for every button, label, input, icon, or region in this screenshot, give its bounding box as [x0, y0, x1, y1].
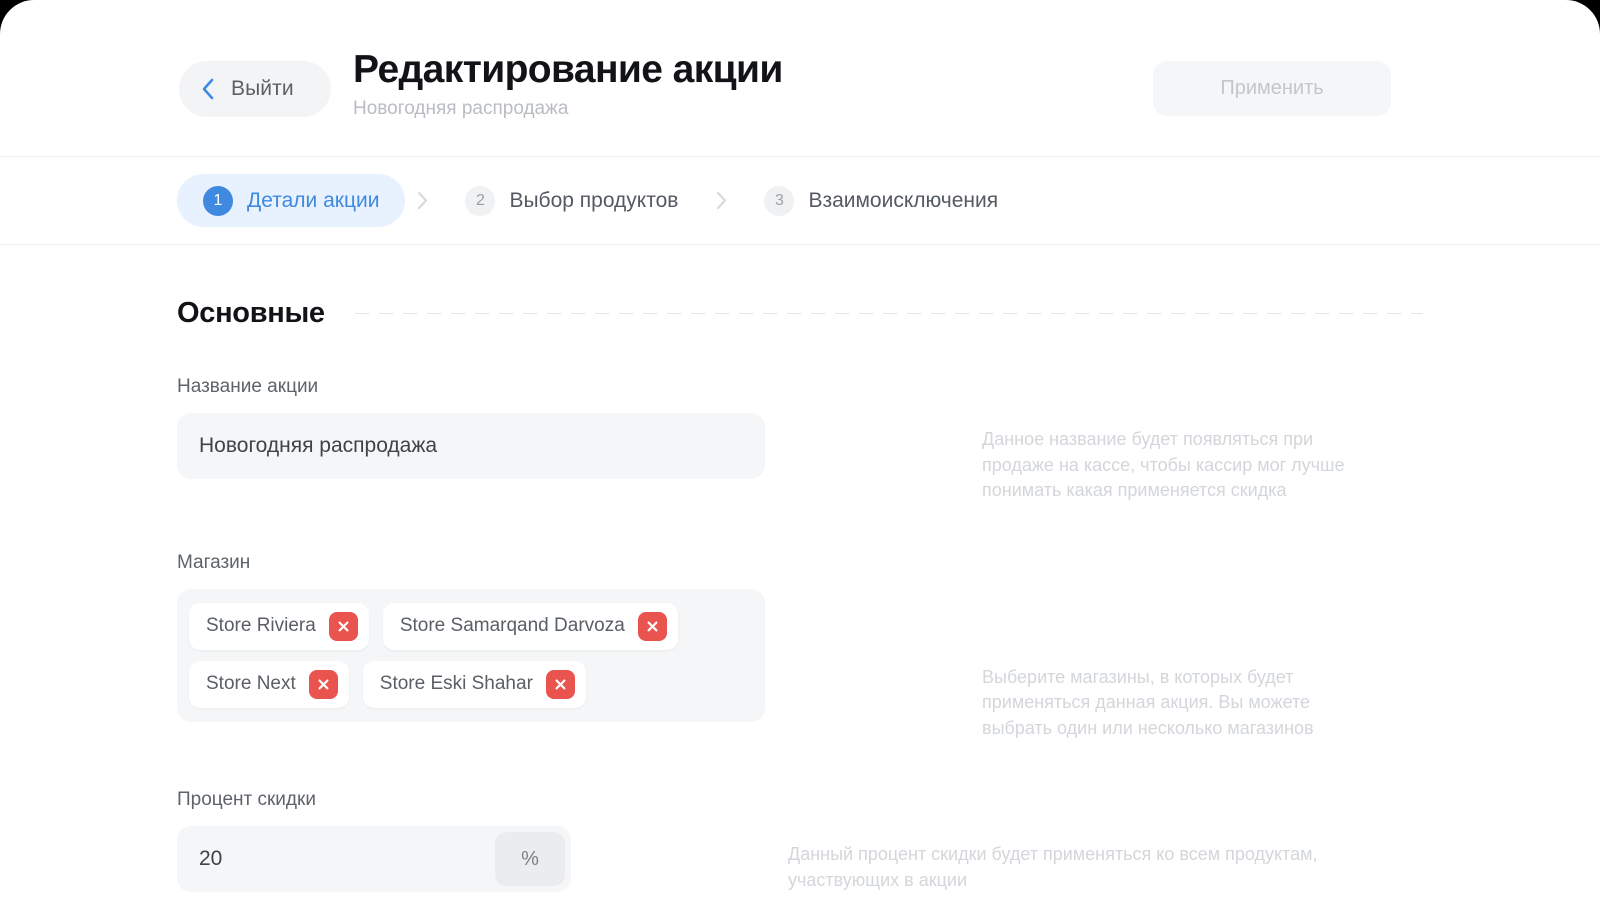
step-label: Взаимоисключения — [808, 188, 999, 212]
close-icon[interactable] — [545, 669, 575, 699]
store-chip[interactable]: Store Riviera — [189, 602, 369, 650]
store-hint: Выберите магазины, в которых будет приме… — [982, 666, 1314, 738]
discount-hint: Данный процент скидки будет применяться … — [788, 844, 1318, 890]
close-icon[interactable] — [637, 611, 667, 641]
exit-button-label: Выйти — [231, 77, 294, 100]
discount-field: Процент скидки % — [177, 789, 765, 893]
discount-input[interactable] — [177, 826, 495, 893]
percent-suffix: % — [495, 832, 565, 887]
chevron-left-icon — [201, 78, 214, 100]
section-divider — [354, 313, 1423, 314]
close-icon[interactable] — [328, 611, 358, 641]
step-number: 3 — [764, 185, 795, 216]
close-icon[interactable] — [308, 669, 338, 699]
field-row-discount: Процент скидки % Данный процент скидки б… — [177, 789, 1600, 893]
section-header-basic: Основные — [177, 297, 1600, 330]
store-chip[interactable]: Store Next — [189, 660, 349, 708]
chevron-right-icon — [704, 191, 738, 210]
promo-name-label: Название акции — [177, 376, 319, 397]
step-label: Детали акции — [247, 188, 380, 212]
field-row-store: Магазин Store Riviera Store Samarqand Da… — [177, 552, 1600, 742]
step-details[interactable]: 1 Детали акции — [177, 174, 406, 227]
step-number: 1 — [203, 185, 233, 216]
form-content: Основные Название акции Данное название … — [0, 297, 1600, 893]
field-row-name: Название акции Данное название будет поя… — [177, 376, 1600, 504]
store-chip-label: Store Riviera — [206, 615, 316, 637]
app-window: Выйти Редактирование акции Новогодняя ра… — [0, 0, 1600, 900]
exit-button[interactable]: Выйти — [179, 61, 331, 117]
section-title: Основные — [177, 297, 325, 329]
store-hint-col: Выберите магазины, в которых будет приме… — [765, 552, 1385, 742]
promo-name-hint: Данное название будет появляться при про… — [982, 429, 1345, 501]
promo-name-input[interactable] — [177, 413, 765, 479]
chevron-right-icon — [405, 191, 439, 210]
store-chip-label: Store Eski Shahar — [379, 673, 533, 695]
step-products[interactable]: 2 Выбор продуктов — [439, 174, 704, 227]
step-exclusions[interactable]: 3 Взаимоисключения — [738, 174, 1024, 227]
store-chip-label: Store Next — [206, 673, 296, 695]
discount-input-wrap: % — [177, 826, 571, 893]
apply-button[interactable]: Применить — [1153, 61, 1391, 116]
store-field: Магазин Store Riviera Store Samarqand Da… — [177, 552, 765, 722]
page-header: Выйти Редактирование акции Новогодняя ра… — [0, 0, 1600, 157]
store-chips-container[interactable]: Store Riviera Store Samarqand Darvoza St… — [177, 588, 765, 722]
promo-name-field: Название акции — [177, 376, 765, 479]
store-chip[interactable]: Store Eski Shahar — [362, 660, 586, 708]
store-label: Магазин — [177, 551, 251, 573]
page-title: Редактирование акции — [353, 48, 783, 91]
promo-name-hint-col: Данное название будет появляться при про… — [765, 376, 1385, 504]
step-label: Выбор продуктов — [509, 188, 679, 212]
discount-label: Процент скидки — [177, 789, 316, 811]
store-chip[interactable]: Store Samarqand Darvoza — [382, 602, 678, 650]
step-number: 2 — [465, 185, 496, 216]
discount-hint-col: Данный процент скидки будет применяться … — [765, 789, 1385, 893]
page-subtitle: Новогодняя распродажа — [353, 97, 569, 119]
store-chip-label: Store Samarqand Darvoza — [399, 615, 625, 637]
wizard-stepper: 1 Детали акции 2 Выбор продуктов 3 Взаим… — [0, 157, 1600, 245]
title-block: Редактирование акции Новогодняя распрода… — [353, 48, 783, 120]
